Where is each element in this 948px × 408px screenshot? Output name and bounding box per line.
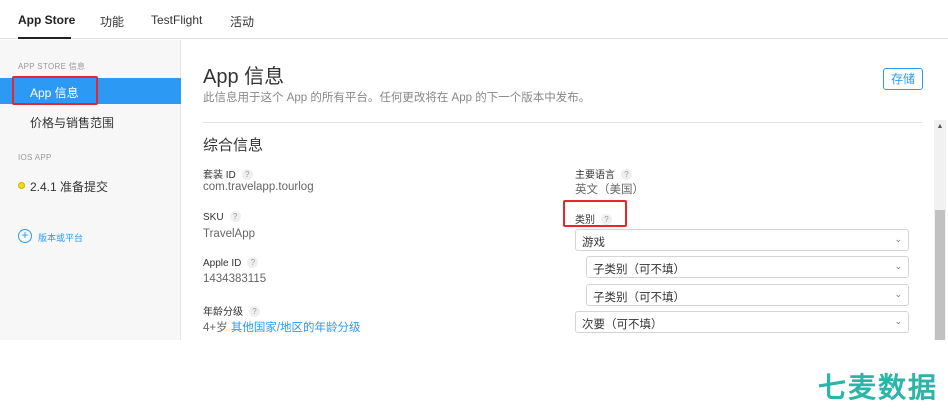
add-version-label: 版本或平台 (38, 233, 84, 243)
field-label-text: Apple ID (203, 258, 242, 269)
primary-language-value: 英文（美国） (575, 184, 644, 196)
age-rating-value: 4+岁 其他国家/地区的年龄分级 (203, 319, 361, 335)
save-button[interactable]: 存储 (883, 68, 923, 90)
sidebar-item-pricing[interactable]: 价格与销售范围 (0, 108, 181, 134)
status-dot-icon (18, 182, 25, 189)
field-label-text: 主要语言 (575, 170, 615, 181)
sku-label: SKU? (203, 211, 241, 223)
bundle-id-label: 套装 ID? (203, 166, 253, 181)
help-icon[interactable]: ? (247, 257, 259, 268)
section-title: 综合信息 (203, 137, 264, 154)
tab-testflight[interactable]: TestFlight (151, 13, 202, 27)
other-regions-age-rating-link[interactable]: 其他国家/地区的年龄分级 (231, 322, 361, 334)
chevron-down-icon: ⌄ (894, 316, 902, 326)
highlight-box (563, 200, 627, 227)
bundle-id-value: com.travelapp.tourlog (203, 181, 314, 193)
tab-activity[interactable]: 活动 (230, 13, 254, 30)
page-description: 此信息用于这个 App 的所有平台。任何更改将在 App 的下一个版本中发布。 (203, 92, 591, 104)
secondary-category-select[interactable]: 次要（可不填） ⌄ (575, 311, 909, 333)
apple-id-label: Apple ID? (203, 257, 259, 269)
chevron-down-icon: ⌄ (894, 289, 902, 299)
highlight-box (12, 76, 98, 105)
primary-language-label: 主要语言? (575, 166, 632, 181)
age-rating-text: 4+岁 (203, 322, 228, 334)
select-value: 子类别（可不填） (593, 264, 685, 276)
select-value: 游戏 (582, 237, 605, 249)
select-value: 次要（可不填） (582, 319, 663, 331)
sidebar-section-header-app-store: APP STORE 信息 (18, 62, 86, 71)
sidebar-item-label: 2.4.1 准备提交 (30, 180, 109, 194)
subcategory-1-select[interactable]: 子类别（可不填） ⌄ (586, 256, 909, 278)
help-icon[interactable]: ? (249, 306, 260, 317)
tab-features[interactable]: 功能 (100, 13, 124, 30)
sidebar-item-version[interactable]: 2.4.1 准备提交 (0, 172, 181, 198)
sidebar-item-label: 价格与销售范围 (30, 116, 115, 130)
apple-id-value: 1434383115 (203, 273, 267, 285)
main-content: App 信息 此信息用于这个 App 的所有平台。任何更改将在 App 的下一个… (182, 40, 934, 340)
scroll-up-arrow-icon[interactable]: ▲ (934, 120, 946, 134)
tab-app-store[interactable]: App Store (18, 13, 75, 27)
help-icon[interactable]: ? (621, 169, 632, 180)
field-label-text: 套装 ID (203, 170, 236, 181)
page-title: App 信息 (203, 66, 285, 88)
primary-category-select[interactable]: 游戏 ⌄ (575, 229, 909, 251)
chevron-down-icon: ⌄ (894, 261, 902, 271)
help-icon[interactable]: ? (229, 211, 241, 222)
divider (203, 122, 923, 123)
watermark-logo: 七麦数据 (818, 371, 939, 404)
sidebar-section-header-ios-app: IOS APP (18, 153, 52, 162)
chevron-down-icon: ⌄ (894, 234, 902, 244)
select-value: 子类别（可不填） (593, 292, 685, 304)
field-label-text: 年龄分级 (203, 307, 243, 318)
subcategory-2-select[interactable]: 子类别（可不填） ⌄ (586, 284, 909, 306)
plus-circle-icon: + (18, 229, 32, 243)
field-label-text: SKU (203, 212, 224, 223)
sku-value: TravelApp (203, 228, 255, 240)
active-tab-indicator (18, 37, 71, 39)
top-nav: App Store 功能 TestFlight 活动 (0, 0, 948, 39)
help-icon[interactable]: ? (241, 169, 253, 180)
age-rating-label: 年龄分级? (203, 303, 260, 318)
scrollbar-thumb[interactable] (935, 210, 945, 340)
